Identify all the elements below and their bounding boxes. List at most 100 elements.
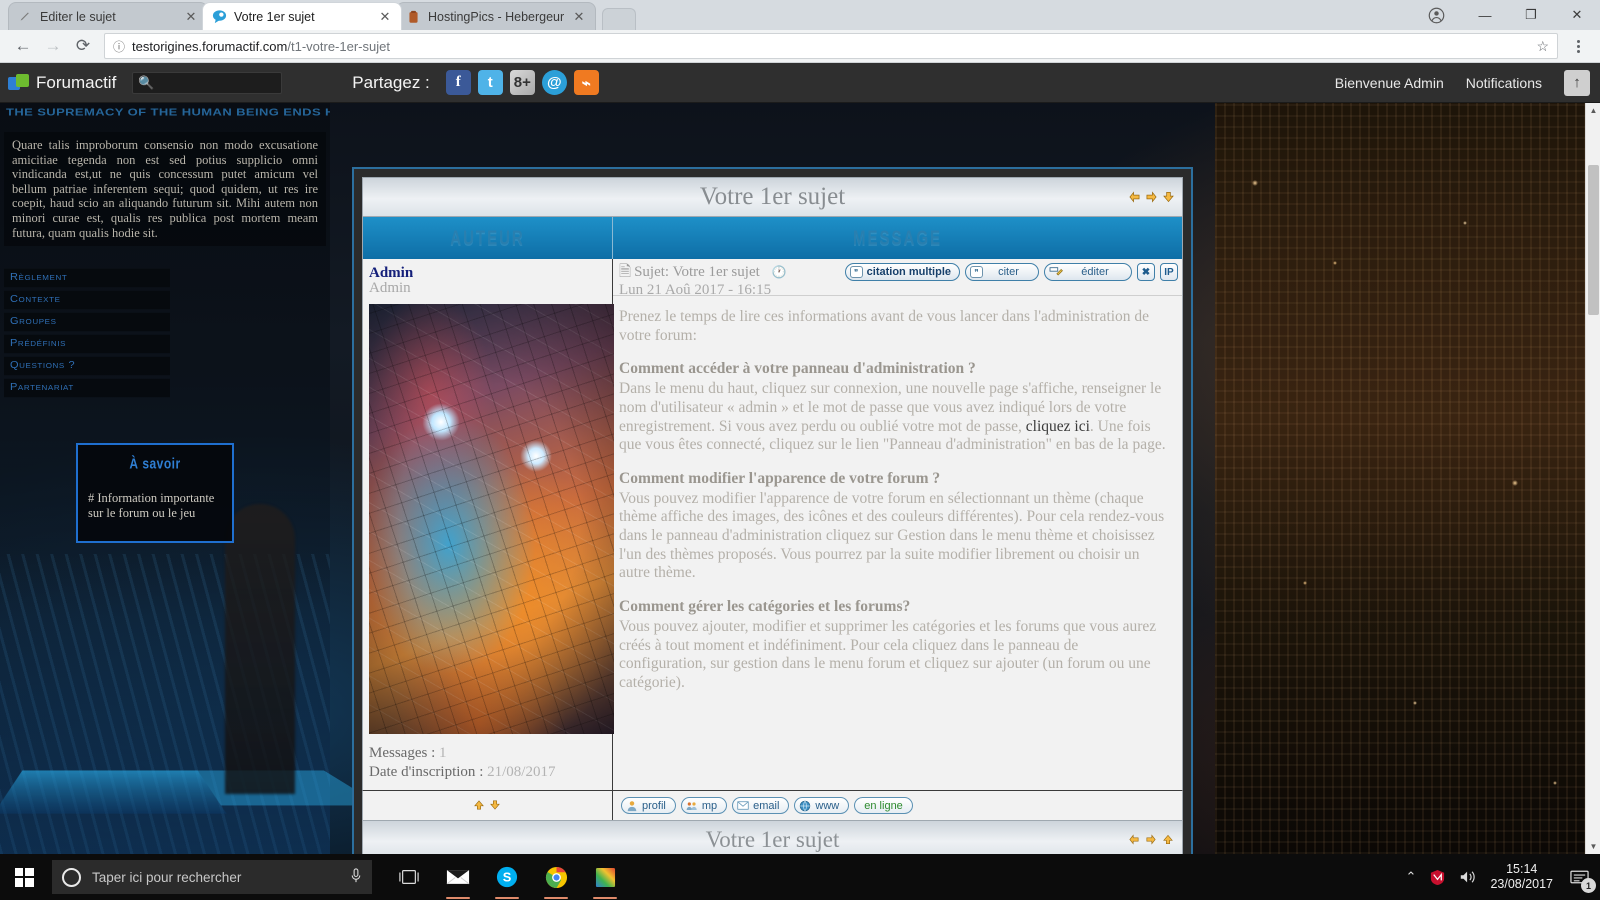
post-section-heading: Comment accéder à votre panneau d'admini… [619, 360, 976, 378]
sidebar-item-contexte[interactable]: Contexte [4, 290, 170, 310]
clock-time: 15:14 [1506, 862, 1538, 876]
email-button[interactable]: email [732, 797, 790, 814]
scrollbar-down-icon[interactable]: ▼ [1586, 839, 1600, 854]
email-share-icon[interactable]: @ [541, 70, 567, 95]
url-input[interactable]: ⓘ testorigines.forumactif.com /t1-votre-… [104, 33, 1558, 59]
page-viewport: Forumactif 🔍 Partagez : f t 8+ @ ⌁ Bienv… [0, 63, 1600, 854]
forward-button[interactable]: → [38, 32, 68, 60]
scrollbar-up-icon[interactable]: ▲ [1586, 103, 1600, 118]
reload-button[interactable]: ⟳ [68, 32, 98, 60]
forumactif-search-input[interactable]: 🔍 [132, 71, 283, 94]
column-header-author: Auteur [450, 226, 525, 250]
twitter-icon[interactable]: t [477, 70, 503, 95]
mcafee-icon[interactable] [1429, 869, 1446, 886]
sidebar-item-reglement[interactable]: Règlement [4, 268, 170, 288]
chrome-menu-icon[interactable] [1564, 32, 1592, 60]
notification-badge: 1 [1581, 878, 1596, 893]
profile-icon[interactable] [1410, 0, 1462, 30]
quote-button[interactable]: ❞ citer [965, 263, 1039, 281]
prev-topic-arrow[interactable] [1129, 834, 1140, 845]
sidebar-item-groupes[interactable]: Groupes [4, 312, 170, 332]
browser-tab-0[interactable]: Editer le sujet ✕ [8, 2, 208, 30]
profile-button[interactable]: profil [621, 797, 676, 814]
taskbar-clock[interactable]: 15:14 23/08/2017 [1490, 862, 1553, 892]
stat-registration-date: Date d'inscription : 21/08/2017 [369, 764, 556, 780]
www-button[interactable]: www [794, 797, 850, 814]
post-icon: 🗎 [619, 264, 632, 280]
scroll-up-arrow[interactable] [474, 800, 485, 811]
post-section-1: Comment modifier l'apparence de votre fo… [619, 470, 1168, 583]
page-info-icon[interactable]: ⓘ [113, 38, 125, 55]
next-topic-arrow[interactable] [1146, 191, 1157, 203]
welcome-label[interactable]: Bienvenue Admin [1335, 75, 1444, 91]
next-topic-arrow[interactable] [1146, 834, 1157, 845]
post-subject-prefix: Sujet: [634, 264, 670, 280]
start-button[interactable] [0, 854, 48, 900]
forumactif-logo-icon [8, 73, 30, 92]
browser-tab-2[interactable]: HostingPics - Hebergeur ✕ [396, 2, 596, 30]
minimize-button[interactable]: — [1462, 0, 1508, 30]
new-tab-button[interactable] [602, 8, 636, 30]
svg-text:S: S [503, 870, 512, 885]
cliquez-ici-link[interactable]: cliquez ici [1026, 418, 1090, 435]
ip-button[interactable]: IP [1160, 263, 1178, 281]
chrome-browser-window: Editer le sujet ✕ Votre 1er sujet ✕ Host… [0, 0, 1600, 900]
quote-icon: ❞ [849, 266, 863, 278]
close-button[interactable]: ✕ [1554, 0, 1600, 30]
chevron-up-icon[interactable]: ⌃ [1406, 869, 1417, 885]
tab-close-icon[interactable]: ✕ [377, 9, 393, 25]
url-path: /t1-votre-1er-sujet [287, 38, 390, 54]
tab-strip: Editer le sujet ✕ Votre 1er sujet ✕ Host… [0, 0, 1600, 30]
top-arrow[interactable] [1163, 834, 1174, 845]
notifications-link[interactable]: Notifications [1466, 75, 1542, 91]
task-view-icon[interactable] [386, 854, 432, 900]
speech-bubble-icon [211, 9, 227, 25]
forumactif-toolbar: Forumactif 🔍 Partagez : f t 8+ @ ⌁ Bienv… [0, 63, 1600, 103]
post-date: Lun 21 Aoû 2017 - 16:15 [619, 282, 772, 298]
post-subject: Votre 1er sujet [672, 264, 760, 280]
multi-quote-button[interactable]: ❞ citation multiple [844, 263, 960, 281]
post-row: Admin Admin Messages : 1 Date d'inscript… [362, 259, 1183, 790]
left-sidebar: THE SUPREMACY OF THE HUMAN BEING ENDS HE… [0, 103, 330, 854]
tab-close-icon[interactable]: ✕ [571, 9, 587, 25]
tab-title: Editer le sujet [40, 9, 116, 24]
column-header-message: Message [852, 226, 942, 250]
forumactif-logo[interactable]: Forumactif [8, 73, 116, 93]
quote-icon: ❞ [970, 266, 983, 278]
clock-icon: 🕐 [771, 265, 787, 279]
pencil-icon [1049, 266, 1063, 278]
pm-button[interactable]: mp [680, 797, 728, 814]
image-host-icon [405, 9, 421, 25]
bottom-arrow[interactable] [1163, 192, 1174, 203]
mail-icon[interactable] [435, 854, 481, 900]
rss-icon[interactable]: ⌁ [573, 70, 599, 95]
chrome-icon[interactable] [533, 854, 579, 900]
bookmark-star-icon[interactable]: ☆ [1536, 38, 1549, 55]
windows-logo-icon [14, 867, 34, 887]
delete-button[interactable]: ✖ [1137, 263, 1155, 281]
action-center-icon[interactable]: 1 [1566, 864, 1596, 893]
stat-messages: Messages : 1 [369, 745, 447, 761]
maximize-button[interactable]: ❐ [1508, 0, 1554, 30]
scroll-down-arrow[interactable] [490, 800, 501, 811]
volume-icon[interactable] [1459, 869, 1477, 885]
search-input[interactable]: Taper ici pour rechercher [52, 860, 372, 894]
google-plus-icon[interactable]: 8+ [509, 70, 535, 95]
photos-icon[interactable] [582, 854, 628, 900]
sidebar-info-box-title: À savoir [129, 454, 181, 473]
skype-icon[interactable]: S [484, 854, 530, 900]
browser-tab-1[interactable]: Votre 1er sujet ✕ [202, 2, 402, 30]
post-section-heading: Comment gérer les catégories et les foru… [619, 598, 911, 616]
sidebar-item-predefinis[interactable]: Prédéfinis [4, 334, 170, 354]
scrollbar-thumb[interactable] [1588, 165, 1599, 315]
page-scrollbar[interactable]: ▲ ▼ [1585, 103, 1600, 854]
facebook-icon[interactable]: f [445, 70, 471, 95]
sidebar-item-partenariat[interactable]: Partenariat [4, 378, 170, 398]
prev-topic-arrow[interactable] [1129, 191, 1140, 203]
back-button[interactable]: ← [8, 32, 38, 60]
scroll-top-icon[interactable]: ↑ [1564, 69, 1590, 96]
sidebar-item-questions[interactable]: Questions ? [4, 356, 170, 376]
microphone-icon[interactable] [350, 868, 362, 886]
tab-close-icon[interactable]: ✕ [183, 9, 199, 25]
edit-button[interactable]: éditer [1044, 263, 1132, 281]
